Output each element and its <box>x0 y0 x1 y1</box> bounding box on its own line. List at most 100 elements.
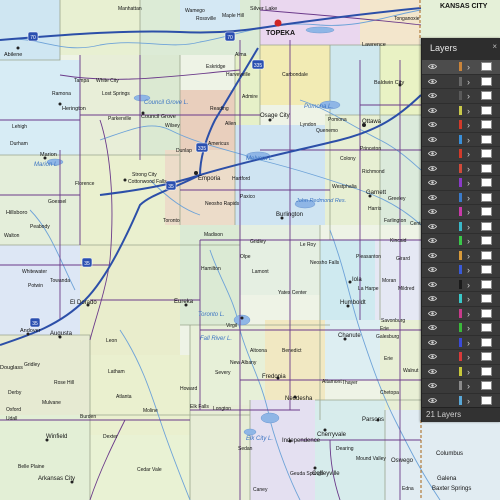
layer-row[interactable]: › <box>422 350 500 365</box>
chevron-right-icon[interactable]: › <box>467 307 470 321</box>
city-label: Cedar Vale <box>137 467 162 473</box>
chevron-right-icon[interactable]: › <box>467 292 470 306</box>
layer-row[interactable]: › <box>422 394 500 408</box>
layer-row[interactable]: › <box>422 118 500 133</box>
city-label: Galesburg <box>376 334 399 340</box>
layers-panel[interactable]: Layers × › › › › › › › › › › › › › › › › › › › › › › › › 21 Lay… <box>421 38 500 422</box>
layer-row[interactable]: › <box>422 365 500 379</box>
chevron-right-icon[interactable]: › <box>467 133 470 147</box>
chevron-right-icon[interactable]: › <box>467 104 470 118</box>
layer-row[interactable]: › <box>422 205 500 220</box>
layer-row[interactable]: › <box>422 292 500 307</box>
city-label: Burlington <box>276 212 303 218</box>
layer-thumbnail <box>481 279 492 289</box>
chevron-right-icon[interactable]: › <box>467 234 470 248</box>
chevron-right-icon[interactable]: › <box>467 191 470 205</box>
eye-icon[interactable] <box>428 310 437 317</box>
layer-row[interactable]: › <box>422 220 500 234</box>
layer-thumbnail <box>481 294 492 303</box>
layer-row[interactable]: › <box>422 60 500 75</box>
layers-panel-header[interactable]: Layers × <box>422 38 500 61</box>
layer-row[interactable]: › <box>422 379 500 394</box>
eye-icon[interactable] <box>428 194 437 201</box>
eye-icon[interactable] <box>428 179 437 186</box>
layer-color-swatch <box>459 265 462 274</box>
chevron-right-icon[interactable]: › <box>467 350 470 364</box>
eye-icon[interactable] <box>428 324 437 331</box>
city-label: Allen <box>225 121 236 127</box>
chevron-right-icon[interactable]: › <box>467 263 470 277</box>
eye-icon[interactable] <box>428 266 437 273</box>
city-label: Virgil <box>226 323 237 329</box>
eye-icon[interactable] <box>428 223 437 230</box>
city-label: Neosho Rapids <box>205 201 240 207</box>
eye-icon[interactable] <box>428 237 437 244</box>
chevron-right-icon[interactable]: › <box>467 89 470 103</box>
eye-icon[interactable] <box>428 165 437 172</box>
layer-row[interactable]: › <box>422 321 500 336</box>
chevron-right-icon[interactable]: › <box>467 249 470 263</box>
eye-icon[interactable] <box>428 295 437 302</box>
svg-text:335: 335 <box>198 146 207 152</box>
layer-row[interactable]: › <box>422 307 500 321</box>
city-label: Admire <box>242 94 258 100</box>
city-label: Pleasanton <box>356 254 381 260</box>
lake-label: Marion L. <box>34 162 59 168</box>
layer-row[interactable]: › <box>422 191 500 205</box>
eye-icon[interactable] <box>428 208 437 215</box>
eye-icon[interactable] <box>428 150 437 157</box>
lake-label: Pomona L. <box>304 104 333 110</box>
layer-row[interactable]: › <box>422 249 500 263</box>
chevron-right-icon[interactable]: › <box>467 220 470 234</box>
layer-row[interactable]: › <box>422 147 500 162</box>
layer-row[interactable]: › <box>422 263 500 278</box>
chevron-right-icon[interactable]: › <box>467 379 470 393</box>
close-icon[interactable]: × <box>492 42 497 51</box>
layer-thumbnail <box>481 337 492 347</box>
eye-icon[interactable] <box>428 78 437 85</box>
eye-icon[interactable] <box>428 368 437 375</box>
chevron-right-icon[interactable]: › <box>467 60 470 74</box>
eye-icon[interactable] <box>428 63 437 70</box>
eye-icon[interactable] <box>428 339 437 346</box>
chevron-right-icon[interactable]: › <box>467 162 470 176</box>
chevron-right-icon[interactable]: › <box>467 205 470 219</box>
eye-icon[interactable] <box>428 252 437 259</box>
eye-icon[interactable] <box>428 281 437 288</box>
layer-row[interactable]: › <box>422 234 500 249</box>
chevron-right-icon[interactable]: › <box>467 278 470 292</box>
layer-row[interactable]: › <box>422 104 500 118</box>
chevron-right-icon[interactable]: › <box>467 118 470 132</box>
eye-icon[interactable] <box>428 353 437 360</box>
layer-thumbnail <box>481 105 492 115</box>
eye-icon[interactable] <box>428 92 437 99</box>
city-label: Colony <box>340 156 356 162</box>
layer-row[interactable]: › <box>422 89 500 104</box>
layer-row[interactable]: › <box>422 278 500 292</box>
eye-icon[interactable] <box>428 382 437 389</box>
city-label: Rossville <box>196 16 216 22</box>
city-label: Americus <box>208 141 229 147</box>
eye-icon[interactable] <box>428 121 437 128</box>
chevron-right-icon[interactable]: › <box>467 394 470 408</box>
layer-row[interactable]: › <box>422 176 500 191</box>
chevron-right-icon[interactable]: › <box>467 321 470 335</box>
layer-color-swatch <box>459 337 462 347</box>
chevron-right-icon[interactable]: › <box>467 75 470 89</box>
chevron-right-icon[interactable]: › <box>467 336 470 350</box>
chevron-right-icon[interactable]: › <box>467 176 470 190</box>
eye-icon[interactable] <box>428 107 437 114</box>
layer-row[interactable]: › <box>422 75 500 89</box>
layer-row[interactable]: › <box>422 133 500 147</box>
eye-icon[interactable] <box>428 136 437 143</box>
chevron-right-icon[interactable]: › <box>467 365 470 379</box>
layer-row[interactable]: › <box>422 336 500 350</box>
city-label: Olpe <box>240 254 251 260</box>
layers-list[interactable]: › › › › › › › › › › › › › › › › › › › › › › › › <box>422 60 500 408</box>
city-label: Parkerville <box>108 116 132 122</box>
lake-label: Fall River L. <box>200 336 232 342</box>
eye-icon[interactable] <box>428 397 437 404</box>
layer-row[interactable]: › <box>422 162 500 176</box>
city-label: Girard <box>396 256 410 262</box>
chevron-right-icon[interactable]: › <box>467 147 470 161</box>
